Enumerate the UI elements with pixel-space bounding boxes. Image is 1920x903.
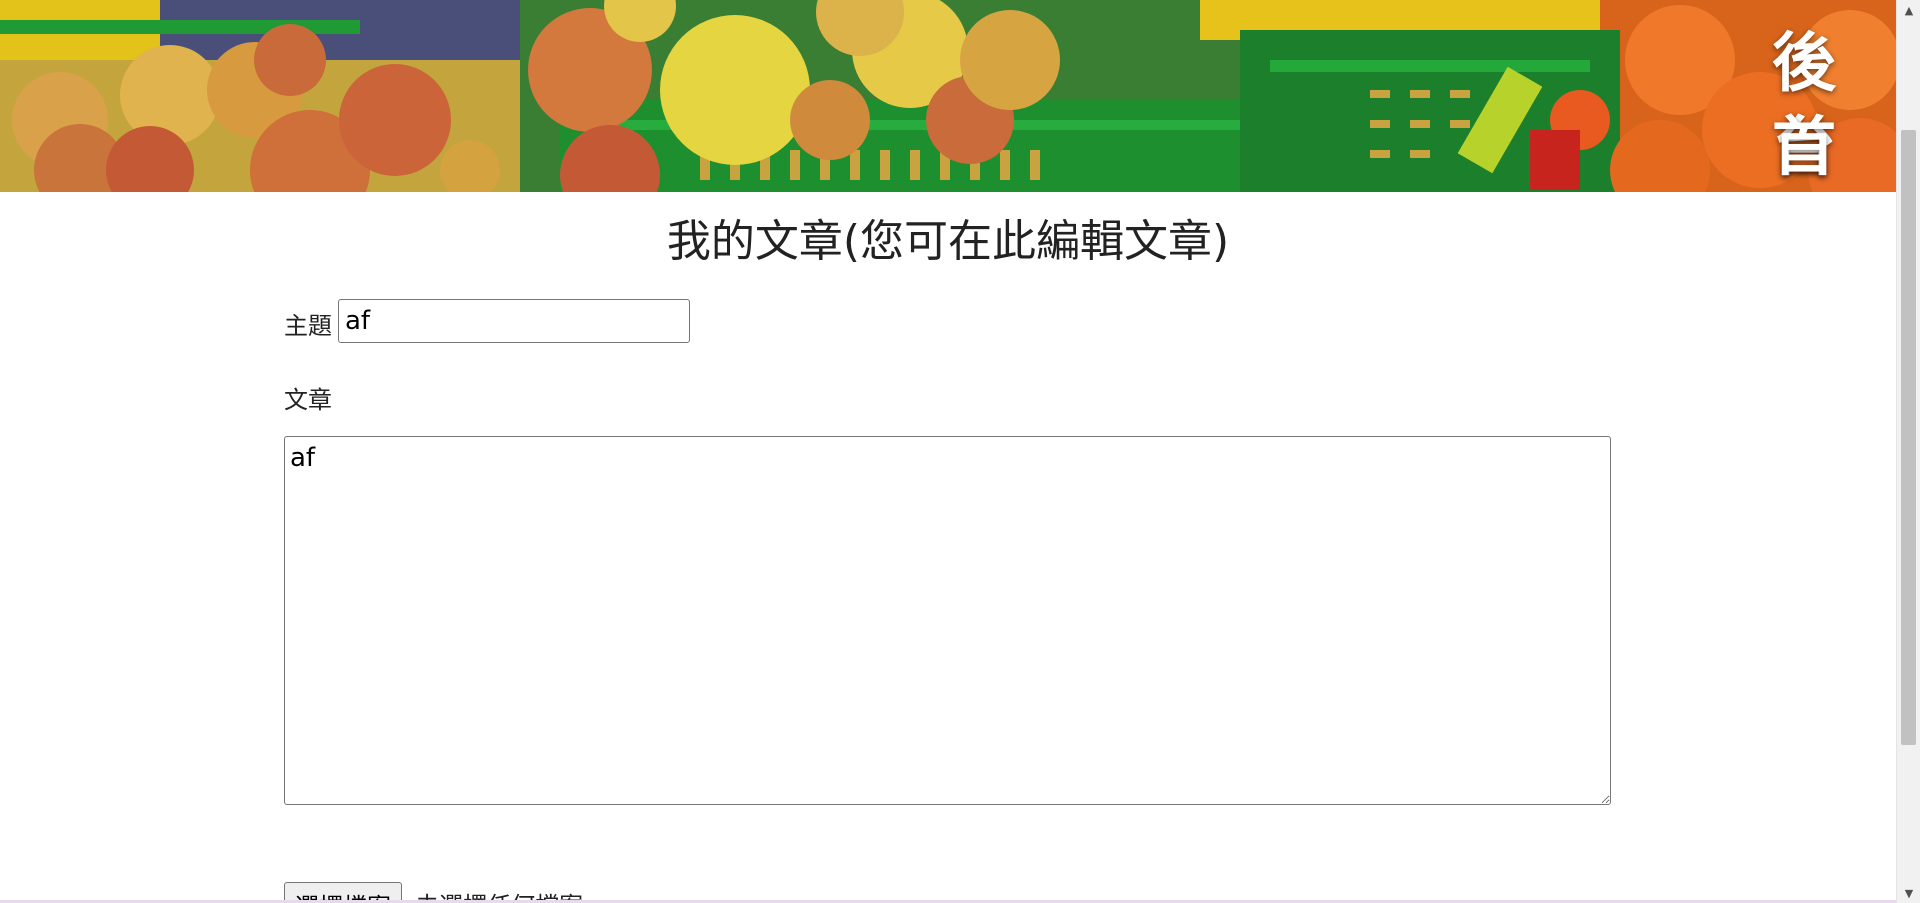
- scroll-down-arrow-icon[interactable]: ▼: [1897, 883, 1920, 903]
- home-link[interactable]: 首頁: [1746, 106, 1866, 192]
- produce-photo: [0, 0, 1896, 192]
- scroll-up-arrow-icon[interactable]: ▲: [1897, 0, 1920, 20]
- page: 後台 首頁 我的文章(您可在此編輯文章) 主題 文章 af 選擇檔案 未選擇任何…: [0, 0, 1896, 903]
- subject-label: 主題: [284, 312, 332, 340]
- article-textarea[interactable]: af: [284, 436, 1611, 805]
- page-title: 我的文章(您可在此編輯文章): [666, 216, 1230, 267]
- subject-input[interactable]: [338, 299, 690, 343]
- vertical-scrollbar[interactable]: ▲ ▼: [1896, 0, 1920, 903]
- article-label: 文章: [284, 386, 332, 414]
- header-banner: 後台 首頁: [0, 0, 1896, 192]
- scroll-thumb[interactable]: [1901, 130, 1916, 745]
